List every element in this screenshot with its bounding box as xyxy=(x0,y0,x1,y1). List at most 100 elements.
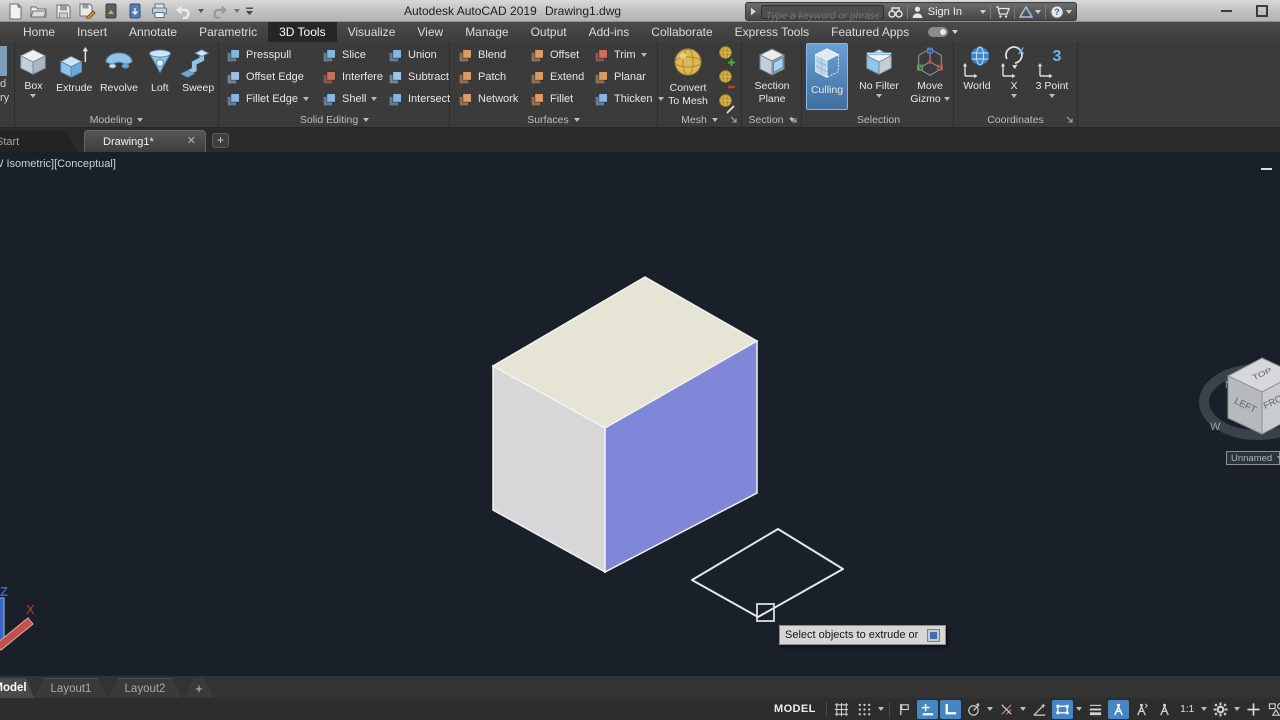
tab-3d-tools[interactable]: 3D Tools xyxy=(268,22,336,42)
smooth-less-button[interactable] xyxy=(718,69,733,89)
snap-grid-dropdown[interactable] xyxy=(877,707,885,711)
tab-manage[interactable]: Manage xyxy=(454,22,519,42)
status-bar-plus-button[interactable] xyxy=(1243,700,1264,719)
window-minimize-button[interactable] xyxy=(1221,10,1232,12)
file-tab-start[interactable]: Start xyxy=(0,131,78,152)
isolate-objects-button[interactable] xyxy=(1266,700,1280,719)
file-tab-drawing1[interactable]: Drawing1* ✕ xyxy=(84,130,206,152)
object-snap-toggle[interactable] xyxy=(1052,700,1073,719)
workspace-settings-button[interactable] xyxy=(1210,700,1231,719)
redo-button[interactable] xyxy=(208,2,230,21)
polar-tracking-dropdown[interactable] xyxy=(986,707,994,711)
network-button[interactable]: Network xyxy=(458,88,518,110)
window-maximize-button[interactable] xyxy=(1256,5,1268,17)
box-dropdown[interactable] xyxy=(30,94,36,98)
named-view-dropdown[interactable]: Unnamed xyxy=(1226,451,1280,465)
surface-fillet-button[interactable]: Fillet xyxy=(530,88,584,110)
annotation-scale-value[interactable]: 1:1 xyxy=(1177,700,1198,719)
panel-label-section[interactable]: Section xyxy=(742,112,801,128)
a360-button[interactable] xyxy=(1019,6,1041,18)
surface-offset-button[interactable]: Offset xyxy=(530,44,584,66)
object-snap-dropdown[interactable] xyxy=(1075,707,1083,711)
ortho-mode-toggle[interactable] xyxy=(940,700,961,719)
redo-dropdown[interactable] xyxy=(232,2,242,21)
convert-to-mesh-button[interactable]: Convert To Mesh xyxy=(662,44,714,107)
tooltip-more-icon[interactable] xyxy=(927,629,940,642)
panel-label-coordinates[interactable]: Coordinates xyxy=(954,112,1077,128)
dynamic-input-toggle[interactable] xyxy=(894,700,915,719)
tab-view[interactable]: View xyxy=(406,22,454,42)
fillet-edge-dropdown[interactable] xyxy=(303,97,309,101)
save-button[interactable] xyxy=(52,2,74,21)
blend-button[interactable]: Blend xyxy=(458,44,518,66)
close-tab-icon[interactable]: ✕ xyxy=(187,136,196,147)
tab-home[interactable]: Home xyxy=(12,22,66,42)
snap-mode-toggle[interactable] xyxy=(917,700,938,719)
panel-label-selection[interactable]: Selection xyxy=(804,112,953,128)
snap-grid-toggle[interactable] xyxy=(854,700,875,719)
tab-parametric[interactable]: Parametric xyxy=(188,22,268,42)
ucs-x-dropdown[interactable] xyxy=(1011,94,1017,98)
coordinates-dialog-launcher[interactable] xyxy=(1066,116,1074,124)
sweep-button[interactable]: Sweep xyxy=(178,44,218,112)
layout-tab-layout2[interactable]: Layout2 xyxy=(108,678,182,698)
patch-button[interactable]: Patch xyxy=(458,66,518,88)
mesh-refine-button[interactable] xyxy=(718,93,733,113)
trim-dropdown[interactable] xyxy=(641,53,647,57)
infocenter-collapse-icon[interactable] xyxy=(750,7,757,16)
slice-button[interactable]: Slice xyxy=(322,44,383,66)
auto-annotation-scale-toggle[interactable] xyxy=(1131,700,1152,719)
tab-annotate[interactable]: Annotate xyxy=(118,22,188,42)
undo-button[interactable] xyxy=(172,2,194,21)
surface-planar-button[interactable]: Planar xyxy=(594,66,664,88)
panel-label-solid-editing[interactable]: Solid Editing xyxy=(220,112,449,128)
shell-button[interactable]: Shell xyxy=(322,88,383,110)
viewcube[interactable]: N W TOP LEFT FRONT xyxy=(1196,340,1280,448)
help-button[interactable]: ? xyxy=(1050,5,1072,19)
open-from-web-mobile-button[interactable] xyxy=(100,2,122,21)
new-drawing-tab-button[interactable]: + xyxy=(212,133,229,148)
tab-output[interactable]: Output xyxy=(520,22,578,42)
loft-button[interactable]: Loft xyxy=(142,44,177,112)
no-filter-button[interactable]: No Filter xyxy=(852,44,906,98)
gizmo-dropdown[interactable] xyxy=(944,97,950,101)
object-snap-tracking-toggle[interactable] xyxy=(1029,700,1050,719)
ribbon-display-toggle[interactable] xyxy=(928,22,958,42)
open-file-button[interactable] xyxy=(28,2,50,21)
subtract-button[interactable]: Subtract xyxy=(388,66,450,88)
surface-extend-button[interactable]: Extend xyxy=(530,66,584,88)
plot-button[interactable] xyxy=(148,2,170,21)
tab-featured-apps[interactable]: Featured Apps xyxy=(820,22,920,42)
tab-insert[interactable]: Insert xyxy=(66,22,118,42)
move-gizmo-button[interactable]: Move Gizmo xyxy=(908,44,952,105)
sign-in-dropdown[interactable] xyxy=(980,10,986,14)
drawing-viewport[interactable]: W Isometric][Conceptual] Z X N W TOP LEF… xyxy=(0,152,1280,676)
grid-display-toggle[interactable] xyxy=(831,700,852,719)
layout-tab-model[interactable]: Model xyxy=(0,678,34,698)
undo-dropdown[interactable] xyxy=(196,2,206,21)
panel-label-mesh[interactable]: Mesh xyxy=(658,112,741,128)
fillet-edge-button[interactable]: Fillet Edge xyxy=(226,88,309,110)
isodraft-dropdown[interactable] xyxy=(1019,707,1027,711)
annotation-scale-dropdown[interactable] xyxy=(1200,707,1208,711)
box-button[interactable]: Box xyxy=(15,44,52,112)
ucs-x-button[interactable]: X X xyxy=(1000,44,1028,98)
layout-tab-layout1[interactable]: Layout1 xyxy=(34,678,108,698)
union-button[interactable]: Union xyxy=(388,44,450,66)
box-solid[interactable] xyxy=(493,277,757,572)
model-space-toggle[interactable]: MODEL xyxy=(768,700,822,719)
new-file-button[interactable] xyxy=(4,2,26,21)
annotation-visibility-toggle[interactable] xyxy=(1108,700,1129,719)
ucs-3point-dropdown[interactable] xyxy=(1049,94,1055,98)
search-button[interactable] xyxy=(888,6,903,18)
tab-collaborate[interactable]: Collaborate xyxy=(640,22,723,42)
tab-visualize[interactable]: Visualize xyxy=(337,22,407,42)
extrude-button[interactable]: Extrude xyxy=(53,44,96,112)
surface-trim-button[interactable]: Trim xyxy=(594,44,664,66)
tab-express-tools[interactable]: Express Tools xyxy=(724,22,820,42)
polar-tracking-toggle[interactable] xyxy=(963,700,984,719)
tab-add-ins[interactable]: Add-ins xyxy=(578,22,641,42)
isodraft-toggle[interactable] xyxy=(996,700,1017,719)
app-store-button[interactable] xyxy=(995,6,1010,18)
save-to-web-mobile-button[interactable] xyxy=(124,2,146,21)
